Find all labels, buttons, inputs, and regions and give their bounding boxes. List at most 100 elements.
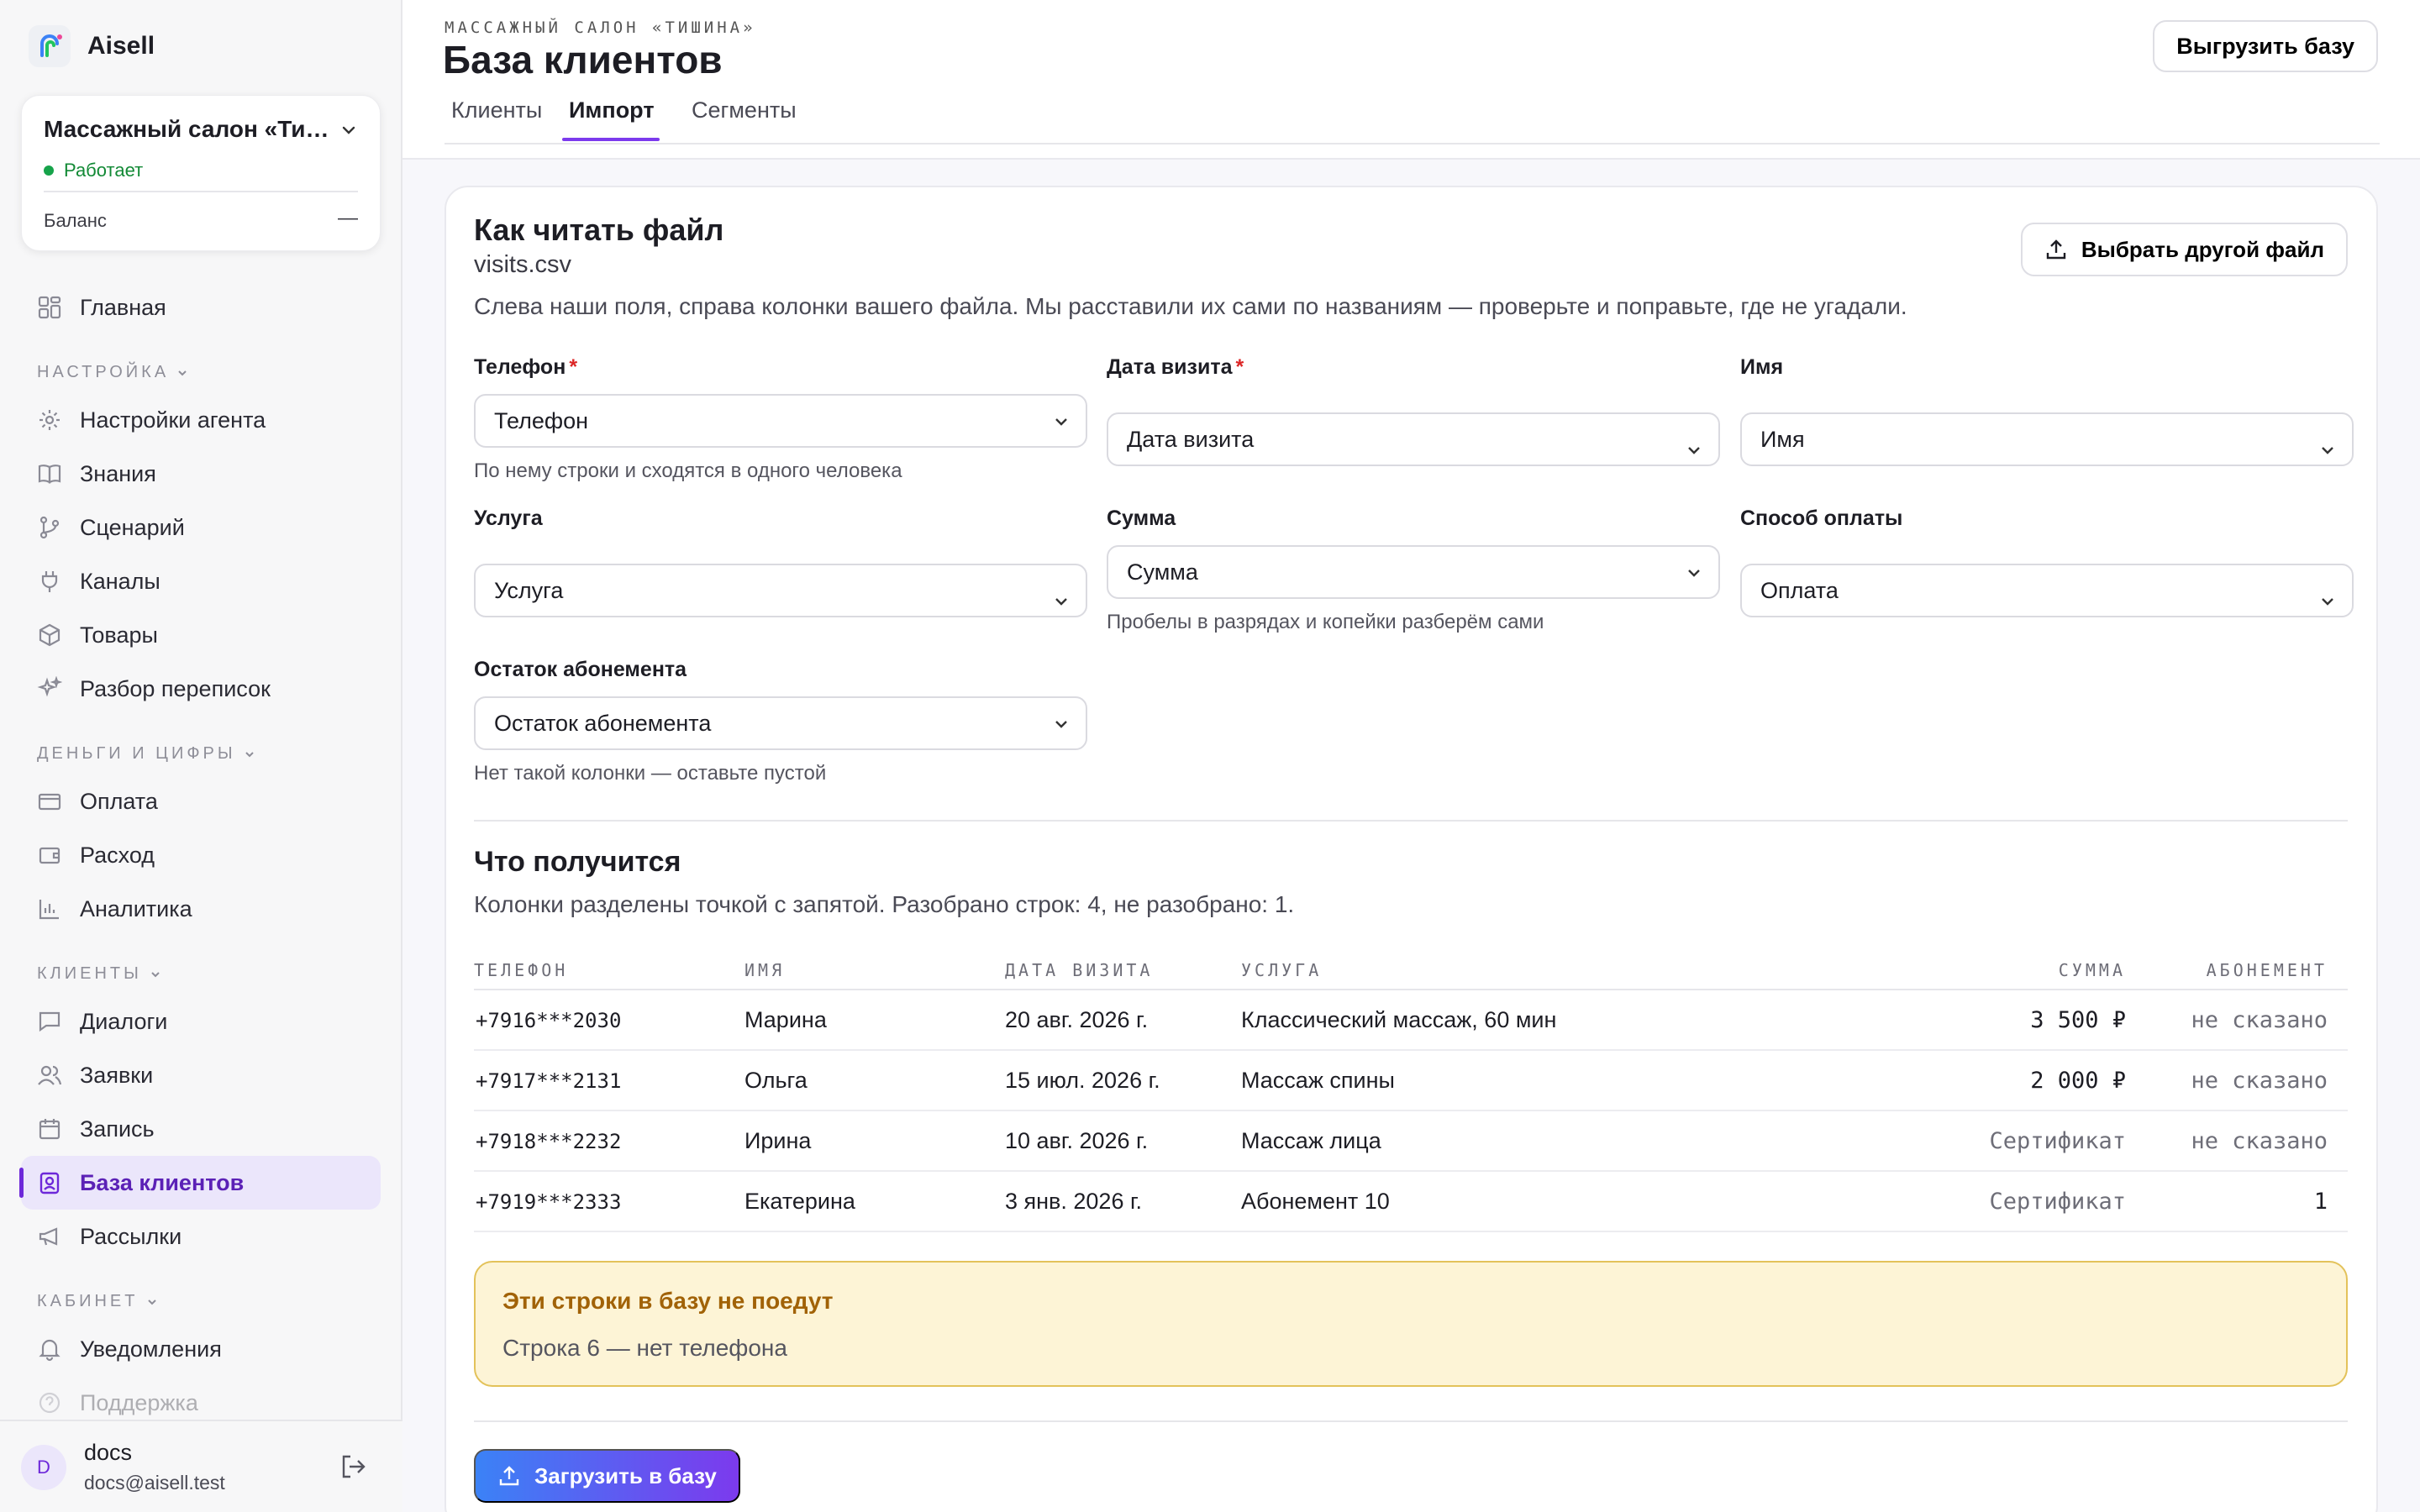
sidebar-item-analytics[interactable]: Аналитика [21,882,381,936]
amount-select[interactable]: Сумма [1107,545,1720,599]
section-clients[interactable]: КЛИЕНТЫ [37,964,162,984]
section-label: КЛИЕНТЫ [37,964,142,983]
table-row[interactable]: +7918***2232 Ирина 10 авг. 2026 г. Масса… [474,1111,2348,1172]
parse-summary: Колонки разделены точкой с запятой. Разо… [474,891,1295,917]
sidebar-item-home[interactable]: Главная [21,281,381,334]
sidebar-item-booking[interactable]: Запись [21,1102,381,1156]
table-row[interactable]: +7917***2131 Ольга 15 июл. 2026 г. Масса… [474,1051,2348,1111]
sidebar-item-label: Оплата [80,788,158,814]
sidebar-item-requests[interactable]: Заявки [21,1048,381,1102]
cell-service: Массаж лица [1241,1128,1381,1153]
tab-segments[interactable]: Сегменты [692,97,797,123]
col-name: ИМЯ [744,960,786,980]
chat-icon [36,1008,63,1035]
cell-phone: +7919***2333 [476,1190,622,1214]
brand[interactable]: Aisell [29,25,155,67]
sidebar-item-payment[interactable]: Оплата [21,774,381,828]
section-label: НАСТРОЙКА [37,363,170,381]
name-select[interactable]: Имя [1740,412,2354,466]
bell-icon [36,1336,63,1362]
section-settings[interactable]: НАСТРОЙКА [37,363,189,382]
sidebar-item-channels[interactable]: Каналы [21,554,381,608]
choose-file-label: Выбрать другой файл [2081,236,2324,262]
sidebar-item-label: Расход [80,842,155,868]
avatar[interactable]: D [21,1445,66,1490]
sparkles-icon [36,675,63,702]
choose-other-file-button[interactable]: Выбрать другой файл [2020,223,2348,276]
cell-phone: +7918***2232 [476,1130,622,1153]
chevron-down-icon[interactable] [339,121,358,139]
sidebar-item-expense[interactable]: Расход [21,828,381,882]
section-cabinet[interactable]: КАБИНЕТ [37,1292,159,1311]
field-amount: Сумма Сумма Пробелы в разрядах и копейки… [1107,507,1720,633]
field-hint: Нет такой колонки — оставьте пустой [474,762,827,785]
sidebar-item-label: Аналитика [80,895,192,921]
chevron-down-icon [151,971,160,977]
sidebar-item-label: Рассылки [80,1223,182,1249]
export-base-button[interactable]: Выгрузить базу [2153,20,2378,72]
cell-amount: 2 000 ₽ [2030,1068,2126,1094]
page-overline: МАССАЖНЫЙ САЛОН «ТИШИНА» [445,18,756,37]
sidebar-item-mailings[interactable]: Рассылки [21,1210,381,1263]
field-visit-date: Дата визита * Дата визита [1107,355,1720,466]
field-label-text: Телефон [474,355,566,379]
chevron-down-icon [1052,412,1071,431]
org-status-text: Работает [64,160,144,181]
sidebar-item-goods[interactable]: Товары [21,608,381,662]
org-switcher[interactable]: Массажный салон «Тишина» Работает Баланс… [21,95,381,251]
section-label: КАБИНЕТ [37,1292,139,1310]
sidebar-item-dialogs[interactable]: Диалоги [21,995,381,1048]
upload-to-base-button[interactable]: Загрузить в базу [474,1449,740,1503]
cell-date: 15 июл. 2026 г. [1005,1068,1160,1093]
tab-import[interactable]: Импорт [569,97,655,123]
sidebar-item-label: Сценарий [80,514,185,540]
gear-icon [36,407,63,433]
card-icon [36,788,63,815]
sidebar-item-label: Товары [80,622,158,648]
field-hint: По нему строки и сходятся в одного челов… [474,459,902,482]
divider [474,1420,2348,1422]
divider [474,820,2348,822]
visit-date-select[interactable]: Дата визита [1107,412,1720,466]
cell-name: Марина [744,1007,827,1032]
cell-date: 3 янв. 2026 г. [1005,1189,1143,1214]
sidebar-item-client-base[interactable]: База клиентов [19,1156,381,1210]
user-panel: D docs docs@aisell.test [0,1420,402,1512]
required-mark: * [569,355,578,379]
rejected-rows-alert: Эти строки в базу не поедут Строка 6 — н… [474,1261,2348,1387]
col-service: УСЛУГА [1241,960,1323,980]
cell-amount: 3 500 ₽ [2030,1007,2126,1033]
page-title: База клиентов [443,38,723,81]
logout-icon[interactable] [338,1452,368,1482]
calendar-icon [36,1116,63,1142]
sidebar-item-scenario[interactable]: Сценарий [21,501,381,554]
field-label: Способ оплаты [1740,507,1903,530]
sidebar-item-notifications[interactable]: Уведомления [21,1322,381,1376]
sidebar-item-agent-settings[interactable]: Настройки агента [21,393,381,447]
section-money[interactable]: ДЕНЬГИ И ЦИФРЫ [37,744,256,764]
sidebar-item-label: Настройки агента [80,407,266,433]
table-row[interactable]: +7919***2333 Екатерина 3 янв. 2026 г. Аб… [474,1172,2348,1232]
plug-icon [36,568,63,595]
chevron-down-icon [2318,592,2337,611]
balance-value: — [338,207,358,229]
mapping-title: Как читать файл [474,213,724,247]
chevron-down-icon [1685,441,1703,459]
sidebar-item-chat-review[interactable]: Разбор переписок [21,662,381,716]
cell-date: 10 авг. 2026 г. [1005,1128,1149,1153]
sidebar-item-knowledge[interactable]: Знания [21,447,381,501]
balance-label: Баланс [44,210,107,231]
sidebar-item-label: Главная [80,294,166,320]
users-icon [36,1062,63,1089]
subscription-left-select[interactable]: Остаток абонемента [474,696,1087,750]
payment-method-select[interactable]: Оплата [1740,564,2354,617]
phone-select[interactable]: Телефон [474,394,1087,448]
select-value: Имя [1760,426,1805,452]
grid-icon [36,294,63,321]
tab-clients[interactable]: Клиенты [451,97,542,123]
sidebar-item-label: Заявки [80,1062,154,1088]
sidebar-item-label: Уведомления [80,1336,222,1362]
table-row[interactable]: +7916***2030 Марина 20 авг. 2026 г. Клас… [474,990,2348,1051]
cell-name: Екатерина [744,1189,855,1214]
service-select[interactable]: Услуга [474,564,1087,617]
